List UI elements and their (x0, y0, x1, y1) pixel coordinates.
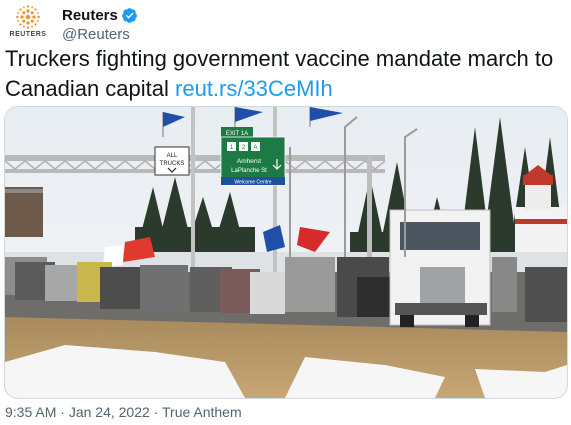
meta-separator-2: · (153, 404, 159, 420)
tweet: REUTERS Reuters @Reuters Truckers fighti… (0, 0, 571, 425)
all-trucks-line2: TRUCKS (160, 161, 185, 167)
tweet-time[interactable]: 9:35 AM (5, 404, 56, 420)
convoy-photo: ALL TRUCKS EXIT 1A 1 2 A Amherst LaPlanc… (5, 107, 567, 398)
tweet-source[interactable]: True Anthem (162, 404, 242, 420)
tweet-header: REUTERS Reuters @Reuters (8, 4, 138, 44)
welcome-centre-label: Welcome Centre (234, 180, 271, 186)
exit-label: EXIT 1A (226, 131, 248, 137)
reuters-logo-icon (16, 5, 40, 29)
avatar[interactable]: REUTERS (8, 4, 48, 44)
tweet-text: Truckers fighting government vaccine man… (5, 44, 565, 104)
destination-2: LaPlanche St (231, 168, 267, 174)
meta-separator-1: · (60, 404, 65, 420)
avatar-wordmark: REUTERS (9, 31, 47, 38)
destination-1: Amherst (237, 158, 261, 165)
tweet-meta: 9:35 AM · Jan 24, 2022 · True Anthem (5, 404, 242, 420)
author-names: Reuters @Reuters (62, 5, 138, 43)
all-trucks-line1: ALL (167, 153, 178, 159)
tweet-date[interactable]: Jan 24, 2022 (69, 404, 150, 420)
route-number-3: A (253, 145, 257, 151)
display-name[interactable]: Reuters (62, 7, 118, 24)
verified-badge-icon (121, 7, 138, 24)
tweet-photo[interactable]: ALL TRUCKS EXIT 1A 1 2 A Amherst LaPlanc… (4, 106, 568, 399)
all-trucks-sign: ALL TRUCKS (154, 146, 190, 176)
tweet-link[interactable]: reut.rs/33CeMIh (175, 76, 333, 101)
handle[interactable]: @Reuters (62, 26, 138, 43)
